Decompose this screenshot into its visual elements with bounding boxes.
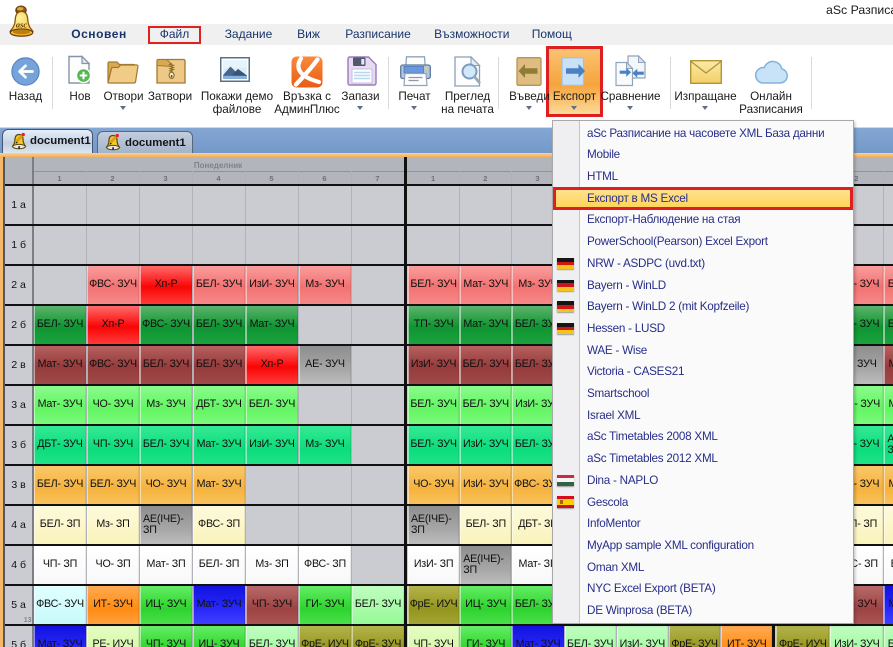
svg-text:asc: asc: [16, 20, 28, 30]
